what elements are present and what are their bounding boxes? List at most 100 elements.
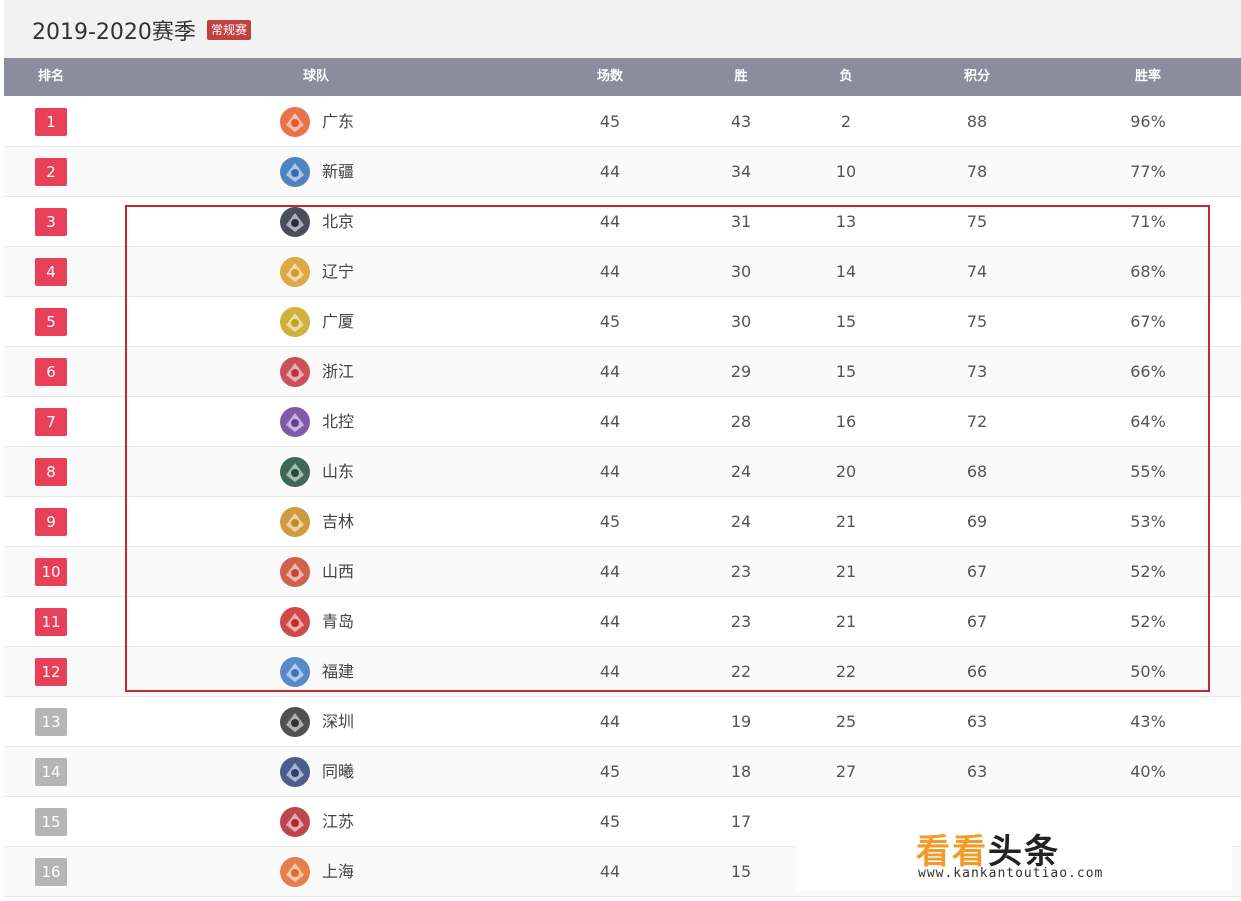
losses: 15	[835, 362, 857, 381]
points: 68	[966, 462, 988, 481]
games-played: 45	[599, 312, 621, 331]
wins: 30	[730, 312, 752, 331]
team-name[interactable]: 广厦	[322, 297, 354, 347]
regular-season-badge[interactable]: 常规赛	[207, 20, 252, 40]
rank-badge: 12	[35, 658, 67, 686]
wins: 31	[730, 212, 752, 231]
losses: 16	[835, 412, 857, 431]
rank-badge: 11	[35, 608, 67, 636]
rank-badge: 10	[35, 558, 67, 586]
team-name[interactable]: 上海	[322, 847, 354, 897]
table-row[interactable]: 4 辽宁 44 30 14 74 68%	[4, 247, 1241, 297]
games-played: 44	[599, 412, 621, 431]
column-games: 场数	[596, 69, 624, 84]
win-rate: 55%	[1130, 462, 1166, 481]
games-played: 44	[599, 712, 621, 731]
beijing-logo-icon	[280, 207, 310, 237]
wins: 24	[730, 512, 752, 531]
team-name[interactable]: 广东	[322, 97, 354, 147]
column-points: 积分	[963, 69, 991, 84]
rank-badge: 4	[35, 258, 67, 286]
win-rate: 40%	[1130, 762, 1166, 781]
table-row[interactable]: 1 广东 45 43 2 88 96%	[4, 97, 1241, 147]
liaoning-logo-icon	[280, 257, 310, 287]
losses: 15	[835, 312, 857, 331]
losses: 10	[835, 162, 857, 181]
team-name[interactable]: 青岛	[322, 597, 354, 647]
team-name[interactable]: 北京	[322, 197, 354, 247]
team-name[interactable]: 江苏	[322, 797, 354, 847]
games-played: 44	[599, 262, 621, 281]
wins: 17	[730, 812, 752, 831]
wins: 23	[730, 562, 752, 581]
season-header: 2019-2020赛季 常规赛	[4, 0, 1241, 58]
rank-badge: 1	[35, 108, 67, 136]
beikong-logo-icon	[280, 407, 310, 437]
points: 72	[966, 412, 988, 431]
team-name[interactable]: 辽宁	[322, 247, 354, 297]
table-row[interactable]: 7 北控 44 28 16 72 64%	[4, 397, 1241, 447]
losses: 21	[835, 612, 857, 631]
table-row[interactable]: 6 浙江 44 29 15 73 66%	[4, 347, 1241, 397]
team-name[interactable]: 深圳	[322, 697, 354, 747]
table-row[interactable]: 2 新疆 44 34 10 78 77%	[4, 147, 1241, 197]
team-name[interactable]: 山西	[322, 547, 354, 597]
xinjiang-logo-icon	[280, 157, 310, 187]
team-name[interactable]: 同曦	[322, 747, 354, 797]
games-played: 44	[599, 662, 621, 681]
losses: 13	[835, 212, 857, 231]
points: 78	[966, 162, 988, 181]
win-rate: 64%	[1130, 412, 1166, 431]
games-played: 45	[599, 812, 621, 831]
win-rate: 52%	[1130, 562, 1166, 581]
games-played: 45	[599, 112, 621, 131]
win-rate: 71%	[1130, 212, 1166, 231]
team-name[interactable]: 山东	[322, 447, 354, 497]
team-name[interactable]: 福建	[322, 647, 354, 697]
losses: 20	[835, 462, 857, 481]
games-played: 44	[599, 562, 621, 581]
wins: 24	[730, 462, 752, 481]
table-row[interactable]: 12 福建 44 22 22 66 50%	[4, 647, 1241, 697]
column-team: 球队	[302, 69, 330, 84]
table-row[interactable]: 9 吉林 45 24 21 69 53%	[4, 497, 1241, 547]
standings-table: 1 广东 45 43 2 88 96% 2 新疆 44 34 10 78 77% 3 北京 44 31 13 75 71…	[4, 97, 1241, 897]
table-row[interactable]: 11 青岛 44 23 21 67 52%	[4, 597, 1241, 647]
rank-badge: 5	[35, 308, 67, 336]
wins: 15	[730, 862, 752, 881]
points: 75	[966, 212, 988, 231]
rank-badge: 6	[35, 358, 67, 386]
games-played: 44	[599, 462, 621, 481]
points: 63	[966, 762, 988, 781]
column-rank: 排名	[37, 69, 65, 84]
wins: 29	[730, 362, 752, 381]
games-played: 44	[599, 212, 621, 231]
points: 75	[966, 312, 988, 331]
rank-badge: 13	[35, 708, 67, 736]
table-row[interactable]: 3 北京 44 31 13 75 71%	[4, 197, 1241, 247]
win-rate: 66%	[1130, 362, 1166, 381]
table-row[interactable]: 5 广厦 45 30 15 75 67%	[4, 297, 1241, 347]
losses: 27	[835, 762, 857, 781]
losses: 14	[835, 262, 857, 281]
points: 74	[966, 262, 988, 281]
rank-badge: 9	[35, 508, 67, 536]
table-header: 排名 球队 场数 胜 负 积分 胜率	[4, 58, 1241, 96]
points: 66	[966, 662, 988, 681]
table-row[interactable]: 8 山东 44 24 20 68 55%	[4, 447, 1241, 497]
points: 63	[966, 712, 988, 731]
column-losses: 负	[839, 69, 853, 84]
team-name[interactable]: 北控	[322, 397, 354, 447]
table-row[interactable]: 10 山西 44 23 21 67 52%	[4, 547, 1241, 597]
guangsha-logo-icon	[280, 307, 310, 337]
table-row[interactable]: 14 同曦 45 18 27 63 40%	[4, 747, 1241, 797]
wins: 18	[730, 762, 752, 781]
table-row[interactable]: 13 深圳 44 19 25 63 43%	[4, 697, 1241, 747]
team-name[interactable]: 浙江	[322, 347, 354, 397]
watermark: 看看头条 www.kankantoutiao.com	[796, 818, 1232, 890]
games-played: 44	[599, 612, 621, 631]
team-name[interactable]: 新疆	[322, 147, 354, 197]
win-rate: 43%	[1130, 712, 1166, 731]
team-name[interactable]: 吉林	[322, 497, 354, 547]
losses: 22	[835, 662, 857, 681]
